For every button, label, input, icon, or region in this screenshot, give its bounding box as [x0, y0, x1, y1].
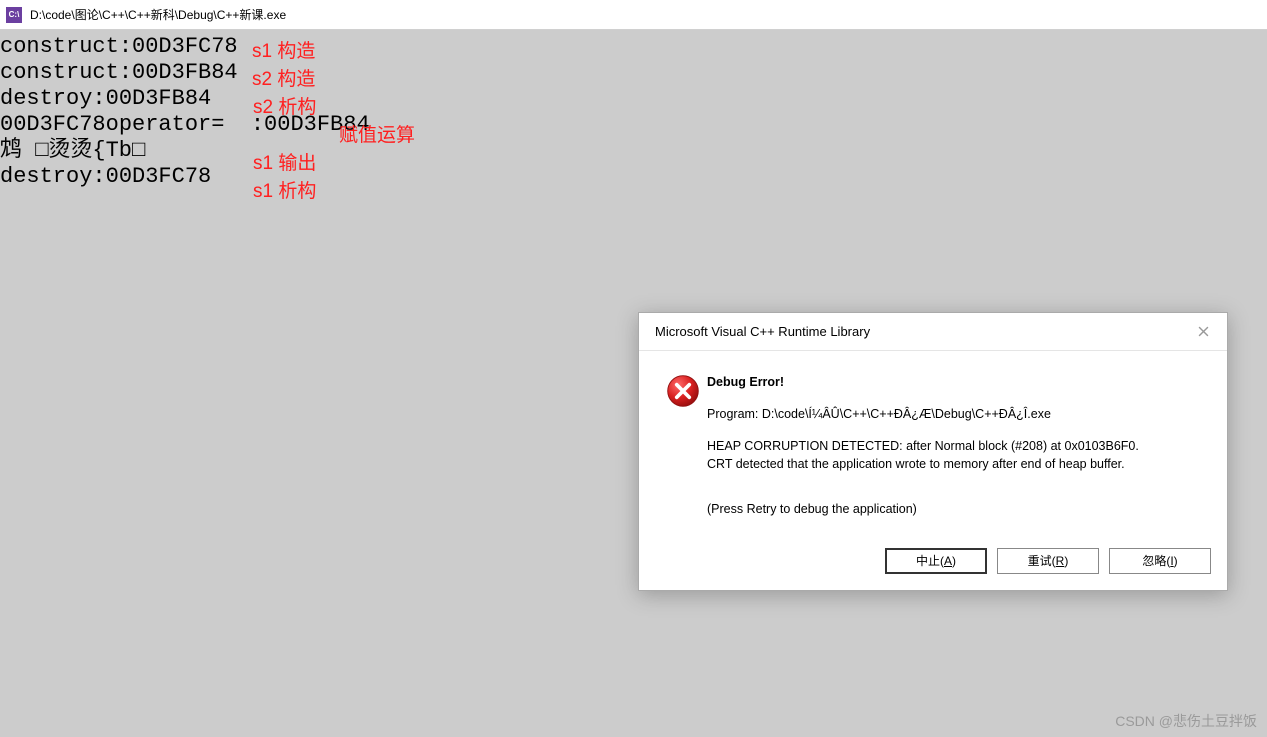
console-line: destroy:00D3FB84	[0, 86, 211, 112]
close-icon[interactable]	[1191, 320, 1215, 344]
window-titlebar: C:\ D:\code\图论\C++\C++新科\Debug\C++新课.exe	[0, 0, 1267, 30]
dialog-program-line: Program: D:\code\Í¼ÂÛ\C++\C++ÐÂ¿Æ\Debug\…	[707, 405, 1209, 423]
ignore-key: I	[1170, 554, 1173, 568]
abort-label: 中止	[916, 552, 940, 569]
retry-button[interactable]: 重试(R)	[997, 548, 1099, 574]
dialog-heading: Debug Error!	[707, 373, 1209, 391]
annotation-assign: 赋值运算	[339, 120, 415, 147]
error-dialog: Microsoft Visual C++ Runtime Library Deb…	[638, 312, 1228, 591]
console-line: construct:00D3FC78	[0, 34, 238, 60]
dialog-titlebar[interactable]: Microsoft Visual C++ Runtime Library	[639, 313, 1227, 351]
heap-line-1: HEAP CORRUPTION DETECTED: after Normal b…	[707, 439, 1139, 453]
watermark: CSDN @悲伤土豆拌饭	[1115, 711, 1257, 731]
dialog-button-row: 中止(A) 重试(R) 忽略(I)	[639, 538, 1227, 590]
annotation-s2-destroy: s2 析构	[253, 92, 316, 119]
annotation-s2-construct: s2 构造	[252, 64, 315, 91]
error-icon	[665, 373, 701, 409]
app-icon: C:\	[6, 7, 22, 23]
heap-line-2: CRT detected that the application wrote …	[707, 457, 1125, 471]
abort-key: A	[944, 554, 952, 568]
retry-key: R	[1056, 554, 1065, 568]
console-output: construct:00D3FC78 construct:00D3FB84 de…	[0, 30, 1267, 190]
annotation-s1-destroy: s1 析构	[253, 176, 316, 203]
ignore-button[interactable]: 忽略(I)	[1109, 548, 1211, 574]
console-line: construct:00D3FB84	[0, 60, 238, 86]
dialog-content: Debug Error! Program: D:\code\Í¼ÂÛ\C++\C…	[707, 373, 1209, 528]
ignore-label: 忽略	[1142, 552, 1166, 569]
annotation-s1-construct: s1 构造	[252, 36, 315, 63]
console-line: destroy:00D3FC78	[0, 164, 211, 190]
dialog-body: Debug Error! Program: D:\code\Í¼ÂÛ\C++\C…	[639, 351, 1227, 538]
annotation-s1-output: s1 输出	[253, 148, 316, 175]
retry-label: 重试	[1028, 552, 1052, 569]
dialog-retry-hint: (Press Retry to debug the application)	[707, 500, 1209, 518]
console-line: 鸩 □烫烫{Tb□	[0, 138, 145, 164]
abort-button[interactable]: 中止(A)	[885, 548, 987, 574]
dialog-heap-detail: HEAP CORRUPTION DETECTED: after Normal b…	[707, 437, 1209, 473]
dialog-title: Microsoft Visual C++ Runtime Library	[655, 324, 870, 339]
window-title: D:\code\图论\C++\C++新科\Debug\C++新课.exe	[30, 6, 286, 23]
